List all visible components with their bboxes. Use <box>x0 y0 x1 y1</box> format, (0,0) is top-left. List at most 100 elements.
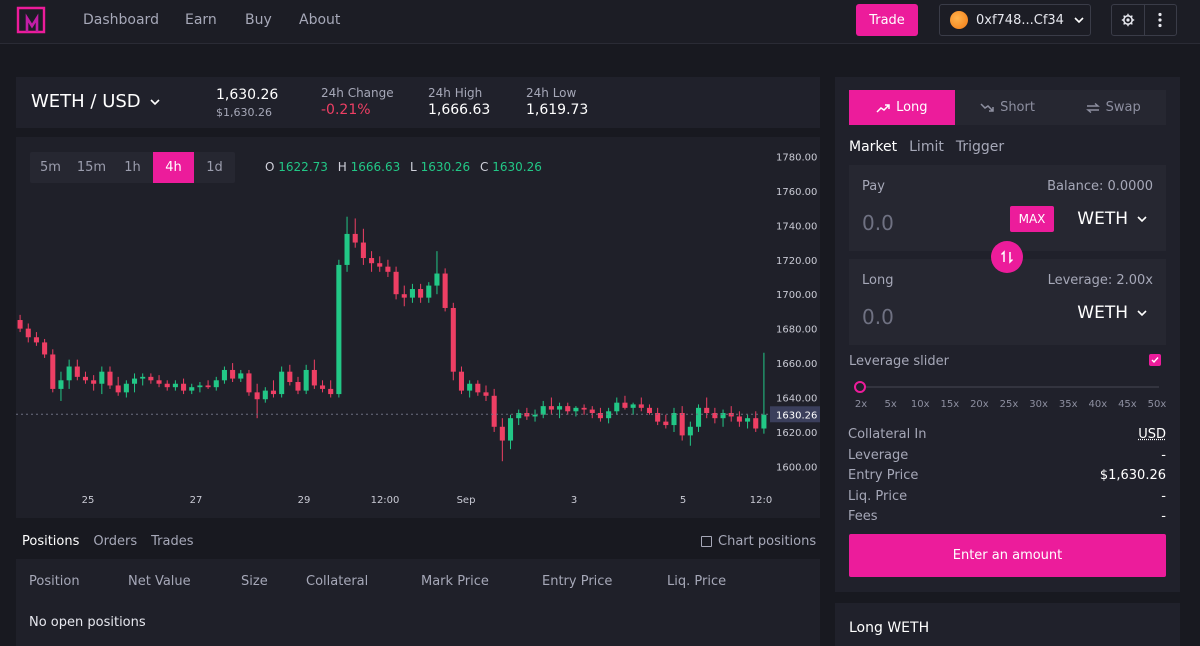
leverage-mark: 20x <box>970 399 989 410</box>
candle-body <box>287 371 293 383</box>
positions-table: Position Net Value Size Collateral Mark … <box>16 559 820 646</box>
order-type-trigger[interactable]: Trigger <box>956 139 1004 155</box>
long-amount-input[interactable]: 0.0 <box>862 305 894 329</box>
info-row: Leverage - <box>848 448 1166 464</box>
candle-body <box>91 380 97 384</box>
pair-selector[interactable]: WETH / USD <box>31 91 161 112</box>
candle-body <box>499 426 505 441</box>
info-value: $1,630.26 <box>1099 468 1166 483</box>
candle-body <box>458 371 465 391</box>
leverage-slider-handle[interactable] <box>854 381 866 393</box>
tab-long[interactable]: Long <box>849 90 955 125</box>
ohlc-readout: O 1622.73 H 1666.63 L 1630.26 C 1630.26 <box>265 160 548 174</box>
candle-body <box>115 385 121 393</box>
wallet-address: 0xf748...Cf34 <box>976 12 1064 28</box>
candle-body <box>736 416 742 422</box>
candle-body <box>581 407 587 410</box>
candle-body <box>189 387 195 391</box>
pay-token-selector[interactable]: WETH <box>1077 209 1148 229</box>
leverage-mark: 15x <box>940 399 960 410</box>
current-price: 1,630.26 <box>216 87 279 103</box>
more-menu-button[interactable] <box>1145 5 1177 35</box>
candle-body <box>42 342 48 355</box>
y-tick-label: 1680.00 <box>776 325 817 336</box>
info-row: Collateral In USD <box>848 427 1166 443</box>
leverage-mark: 5x <box>884 399 897 410</box>
info-value: - <box>1161 488 1166 504</box>
candle-body <box>295 382 301 391</box>
candlestick-chart[interactable]: 1780.00 1760.00 1740.00 1720.00 1700.00 1680.… <box>16 137 820 518</box>
timeframe-4h[interactable]: 4h <box>153 152 194 183</box>
col-entry-price: Entry Price <box>542 574 613 589</box>
info-value[interactable]: USD <box>1138 427 1166 442</box>
long-token-selector[interactable]: WETH <box>1077 303 1148 323</box>
nav-dashboard[interactable]: Dashboard <box>83 12 159 28</box>
swap-arrows-icon <box>1085 102 1100 113</box>
last-price-label: 1630.26 <box>776 410 817 421</box>
nav-buy[interactable]: Buy <box>245 12 272 28</box>
y-tick-label: 1780.00 <box>776 152 817 163</box>
y-tick-label: 1600.00 <box>776 462 817 473</box>
trade-panel: Long Short Swap Market Limit Trigger Pay… <box>835 77 1180 592</box>
candle-body <box>377 263 383 267</box>
candle-body <box>622 402 628 408</box>
y-tick-label: 1760.00 <box>776 187 817 198</box>
candle-body <box>238 373 244 379</box>
trade-button[interactable]: Trade <box>856 4 918 36</box>
timeframe-5m[interactable]: 5m <box>30 152 71 183</box>
x-tick-label: Sep <box>457 495 476 506</box>
chevron-down-icon <box>1074 17 1084 24</box>
chart-positions-toggle[interactable]: Chart positions <box>701 534 816 549</box>
chevron-down-icon <box>150 98 160 105</box>
order-type-market[interactable]: Market <box>849 139 897 155</box>
tab-orders[interactable]: Orders <box>93 534 137 549</box>
candle-body <box>319 385 326 389</box>
timeframe-1h[interactable]: 1h <box>112 152 153 183</box>
header-icon-group <box>1111 4 1177 36</box>
switch-tokens-button[interactable] <box>991 241 1023 273</box>
tab-trades[interactable]: Trades <box>151 534 193 549</box>
candle-body <box>393 271 399 295</box>
tab-positions[interactable]: Positions <box>22 534 79 549</box>
max-button[interactable]: MAX <box>1010 206 1054 232</box>
x-tick-label: 27 <box>190 495 203 506</box>
candle-body <box>540 406 546 415</box>
candle-body <box>172 383 178 388</box>
long-weth-title: Long WETH <box>849 620 930 636</box>
col-mark-price: Mark Price <box>421 574 489 589</box>
timeframe-15m[interactable]: 15m <box>71 152 112 183</box>
settings-button[interactable] <box>1112 5 1145 35</box>
nav-earn[interactable]: Earn <box>185 12 217 28</box>
tab-swap[interactable]: Swap <box>1060 90 1166 125</box>
wallet-button[interactable]: 0xf748...Cf34 <box>939 4 1091 36</box>
leverage-slider-checkbox[interactable] <box>1149 354 1161 366</box>
ohlc-open: 1622.73 <box>278 160 328 174</box>
leverage-mark: 40x <box>1088 399 1108 410</box>
candle-body <box>303 369 309 391</box>
candle-body <box>614 402 620 412</box>
tab-short[interactable]: Short <box>955 90 1061 125</box>
x-tick-label: 5 <box>680 495 686 506</box>
nav-about[interactable]: About <box>299 12 340 28</box>
enter-amount-button[interactable]: Enter an amount <box>849 534 1166 577</box>
pay-amount-input[interactable]: 0.0 <box>862 211 894 235</box>
ohlc-high: 1666.63 <box>350 160 401 174</box>
pair-name: WETH / USD <box>31 91 141 112</box>
pay-label: Pay <box>862 179 885 194</box>
chart-positions-checkbox[interactable] <box>701 536 712 547</box>
timeframe-1d[interactable]: 1d <box>194 152 235 183</box>
candle-body <box>181 383 187 391</box>
candle-body <box>761 414 767 429</box>
candle-body <box>352 233 358 243</box>
candle-body <box>164 383 170 388</box>
leverage-slider-track[interactable] <box>859 386 1159 388</box>
candle-body <box>66 366 72 381</box>
price-chart[interactable]: 1780.00 1760.00 1740.00 1720.00 1700.00 1680.… <box>16 137 820 518</box>
app-logo[interactable] <box>16 5 46 35</box>
gear-icon <box>1121 13 1134 27</box>
long-token-name: WETH <box>1077 303 1128 323</box>
top-nav-bar: Dashboard Earn Buy About Trade 0xf748...… <box>0 0 1200 44</box>
order-type-limit[interactable]: Limit <box>909 139 944 155</box>
candle-body <box>695 407 702 427</box>
ohlc-close-label: C <box>480 160 489 174</box>
